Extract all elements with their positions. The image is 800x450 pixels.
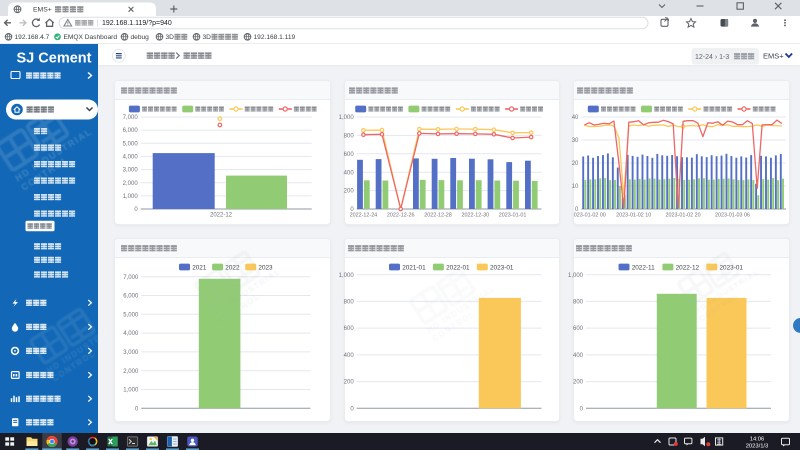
svg-text:2022-12-30: 2022-12-30: [462, 213, 490, 219]
svg-text:0: 0: [580, 406, 584, 412]
svg-text:14:06: 14:06: [750, 437, 765, 443]
svg-text:1,000: 1,000: [339, 273, 355, 279]
svg-text:3D: 3D: [166, 34, 175, 41]
svg-text:2023: 2023: [258, 264, 273, 271]
svg-text:7,000: 7,000: [123, 115, 139, 121]
svg-text:800: 800: [573, 300, 584, 306]
svg-text:10: 10: [572, 184, 579, 190]
svg-text:800: 800: [344, 300, 355, 306]
svg-text:0: 0: [135, 406, 139, 412]
svg-text:20: 20: [572, 161, 579, 167]
svg-text:600: 600: [344, 326, 355, 332]
svg-text:400: 400: [344, 170, 355, 176]
svg-text:2022-12-26: 2022-12-26: [387, 213, 415, 219]
svg-text:400: 400: [344, 353, 355, 359]
svg-text:2,000: 2,000: [123, 369, 139, 375]
svg-text:EMS+: EMS+: [763, 52, 784, 61]
svg-text:192.168.1.119/?p=940: 192.168.1.119/?p=940: [102, 20, 172, 27]
svg-text:SJ Cement: SJ Cement: [17, 51, 92, 67]
svg-text:200: 200: [344, 189, 355, 195]
svg-text:600: 600: [573, 326, 584, 332]
svg-text:2023/1/3: 2023/1/3: [746, 444, 769, 450]
svg-text:2021: 2021: [192, 264, 207, 271]
svg-text:023-01-02 00: 023-01-02 00: [574, 213, 606, 219]
svg-text:1,000: 1,000: [123, 194, 139, 200]
svg-text:192.168.4.7: 192.168.4.7: [15, 34, 50, 41]
svg-text:2023-01-03 06: 2023-01-03 06: [715, 213, 750, 219]
svg-text:1,000: 1,000: [339, 115, 355, 121]
svg-text:200: 200: [344, 380, 355, 386]
svg-text:4,000: 4,000: [123, 155, 139, 161]
svg-text:800: 800: [344, 134, 355, 140]
svg-text:3,000: 3,000: [123, 350, 139, 356]
svg-text:2022-12-24: 2022-12-24: [350, 213, 378, 219]
svg-text:2022-12: 2022-12: [210, 213, 233, 219]
svg-text:2023-01-01: 2023-01-01: [499, 213, 527, 219]
svg-text:192.168.1.119: 192.168.1.119: [254, 34, 296, 41]
svg-text:600: 600: [344, 152, 355, 158]
svg-text:2023-01: 2023-01: [490, 264, 514, 271]
svg-text:2023-01-02 10: 2023-01-02 10: [616, 213, 651, 219]
svg-text:2,000: 2,000: [123, 181, 139, 187]
svg-text:1,000: 1,000: [123, 388, 139, 394]
svg-text:30: 30: [572, 138, 579, 144]
svg-text:2022-11: 2022-11: [632, 264, 655, 271]
svg-text:debug: debug: [131, 34, 150, 41]
svg-text:2021-01: 2021-01: [402, 264, 426, 271]
svg-text:200: 200: [573, 380, 584, 386]
svg-text:1,000: 1,000: [568, 273, 584, 279]
svg-text:EMS+: EMS+: [33, 7, 52, 14]
svg-text:0: 0: [134, 207, 138, 213]
svg-text:2023-01-02 20: 2023-01-02 20: [666, 213, 701, 219]
svg-text:400: 400: [573, 353, 584, 359]
svg-text:3D: 3D: [203, 34, 212, 41]
svg-text:12-24 › 1-3: 12-24 › 1-3: [695, 54, 729, 61]
svg-text:EMQX Dashboard: EMQX Dashboard: [64, 34, 118, 41]
svg-text:0: 0: [350, 406, 354, 412]
svg-text:40: 40: [572, 115, 579, 121]
svg-text:6,000: 6,000: [123, 128, 139, 134]
svg-text:3,000: 3,000: [123, 168, 139, 174]
svg-text:5,000: 5,000: [123, 312, 139, 318]
svg-text:4,000: 4,000: [123, 331, 139, 337]
svg-text:2022-12-28: 2022-12-28: [424, 213, 452, 219]
svg-text:7,000: 7,000: [123, 275, 139, 281]
svg-text:5,000: 5,000: [123, 141, 139, 147]
svg-text:6,000: 6,000: [123, 294, 139, 300]
